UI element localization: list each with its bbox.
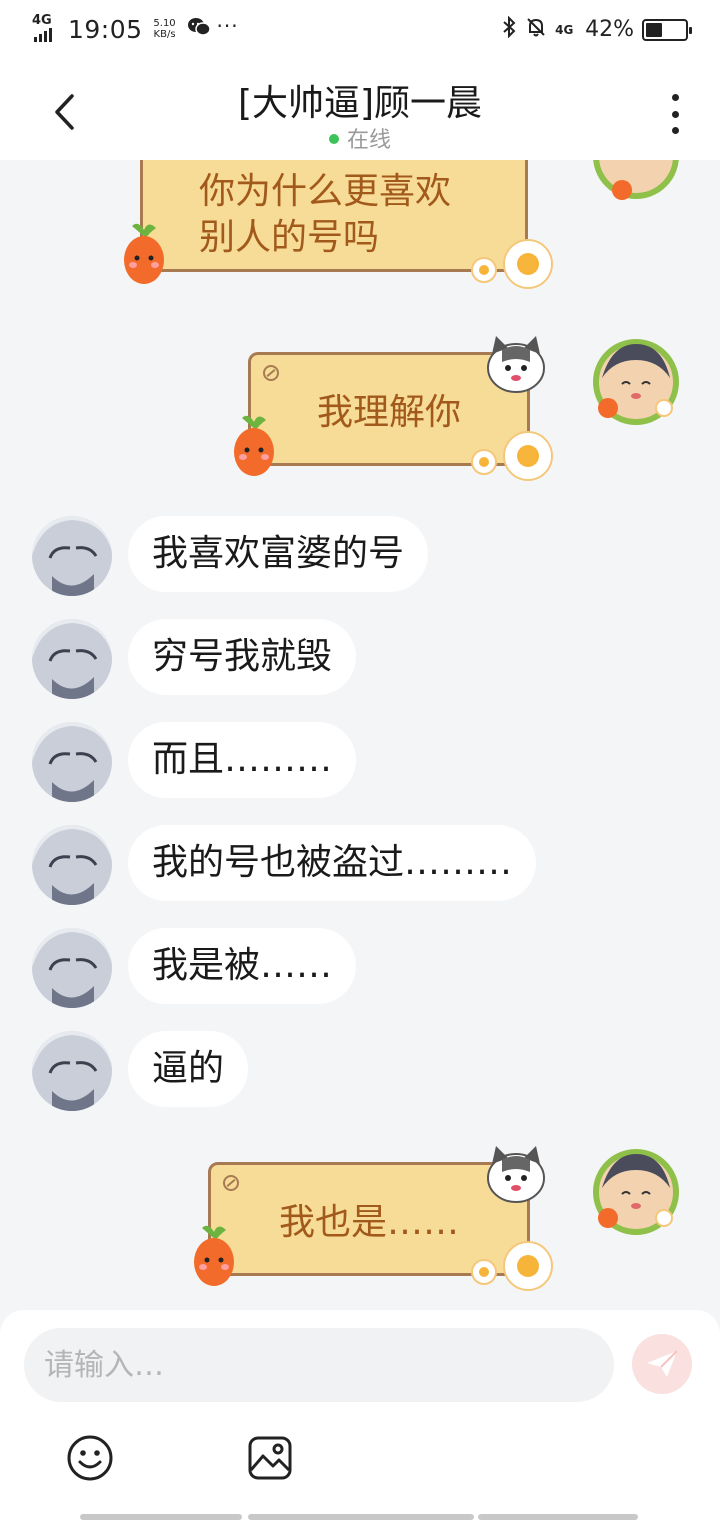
message-input[interactable]: [24, 1328, 614, 1402]
carrot-sticker-icon: [228, 412, 280, 482]
contact-avatar[interactable]: [32, 619, 112, 699]
composer: [0, 1310, 720, 1520]
mute-bell-icon: [525, 16, 547, 43]
wechat-icon: [187, 16, 211, 43]
image-button[interactable]: [246, 1434, 294, 1482]
message-list[interactable]: 你为什么更喜欢 别人的号吗 我理解你 我喜欢富婆的号 穷号我就毁 而且……… 我…: [0, 160, 720, 1310]
egg-flower-sticker-icon: [466, 236, 556, 296]
image-icon: [248, 1436, 292, 1480]
online-dot-icon: [328, 134, 339, 144]
clock: 19:05: [68, 14, 143, 44]
message-text: 你为什么更喜欢 别人的号吗: [199, 171, 452, 258]
cellular-signal-icon: 4G: [32, 14, 62, 44]
contact-avatar[interactable]: [32, 825, 112, 905]
emoji-button[interactable]: [66, 1434, 114, 1482]
smiley-icon: [67, 1435, 113, 1481]
carrot-sticker-icon: [118, 220, 170, 290]
my-avatar[interactable]: [592, 338, 680, 426]
status-bar: 4G 19:05 5.10 KB/s ··· 4G 42%: [0, 0, 720, 62]
online-status: 在线: [0, 122, 720, 154]
contact-avatar[interactable]: [32, 722, 112, 802]
battery-percent: 42%: [585, 17, 634, 42]
screw-decoration-icon: [263, 365, 279, 381]
message-bubble-received[interactable]: 而且………: [128, 722, 357, 798]
egg-flower-sticker-icon: [466, 1238, 556, 1298]
battery-icon: [642, 18, 692, 41]
egg-flower-sticker-icon: [466, 428, 556, 488]
my-avatar[interactable]: [592, 160, 680, 200]
cat-sticker-icon: [480, 1138, 552, 1214]
contact-avatar[interactable]: [32, 516, 112, 596]
send-button[interactable]: [632, 1334, 692, 1394]
more-notifications-icon: ···: [216, 14, 239, 38]
gesture-bar: [478, 1514, 638, 1520]
chat-header: [大帅逼]顾一晨 在线: [0, 62, 720, 160]
gesture-bar: [248, 1514, 474, 1520]
message-bubble-received[interactable]: 我喜欢富婆的号: [128, 516, 429, 592]
message-bubble-received[interactable]: 穷号我就毁: [128, 619, 357, 695]
contact-name: [大帅逼]顾一晨: [237, 83, 483, 124]
my-avatar[interactable]: [592, 1148, 680, 1236]
carrot-sticker-icon: [188, 1222, 240, 1292]
network-speed: 5.10 KB/s: [153, 18, 176, 40]
message-bubble-received[interactable]: 我的号也被盗过………: [128, 825, 537, 901]
message-bubble-received[interactable]: 逼的: [128, 1031, 249, 1107]
more-vertical-icon: [671, 94, 679, 101]
message-text: 我也是……: [278, 1202, 459, 1243]
bluetooth-icon: [501, 15, 517, 43]
contact-avatar[interactable]: [32, 1031, 112, 1111]
more-options-button[interactable]: [660, 94, 690, 134]
contact-avatar[interactable]: [32, 928, 112, 1008]
gesture-bar: [80, 1514, 242, 1520]
cat-sticker-icon: [480, 328, 552, 404]
message-bubble-received[interactable]: 我是被……: [128, 928, 357, 1004]
paper-plane-icon: [647, 1350, 678, 1377]
mobile-data-icon: 4G: [555, 22, 574, 37]
message-text: 我理解你: [316, 392, 461, 433]
screw-decoration-icon: [223, 1175, 239, 1191]
